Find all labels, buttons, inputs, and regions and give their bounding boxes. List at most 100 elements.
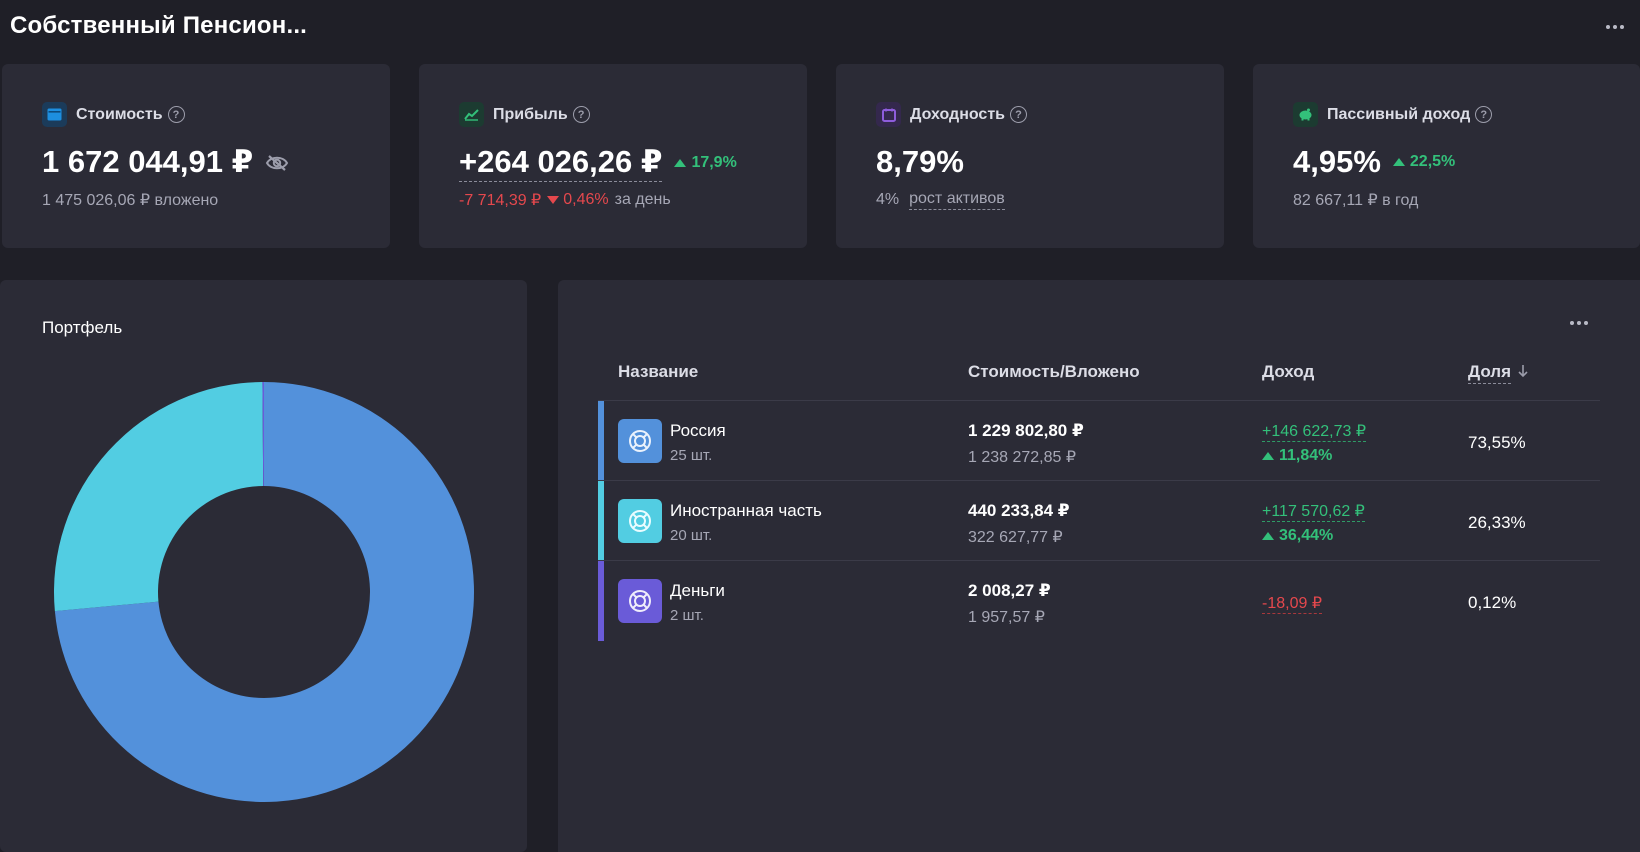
arrow-up-icon [674, 159, 687, 167]
wallet-icon [42, 102, 67, 127]
calendar-icon [876, 102, 901, 127]
help-icon[interactable]: ? [167, 106, 185, 123]
donut-slice-1[interactable] [54, 382, 264, 612]
row-income: -18,09 ₽ [1262, 595, 1322, 614]
row-count: 2 шт. [670, 607, 704, 624]
row-color-bar [598, 481, 604, 561]
row-income: +117 570,62 ₽ [1262, 503, 1365, 522]
yield-growth-pct: 4% [876, 191, 900, 208]
arrow-up-icon [1392, 158, 1405, 166]
passive-change-pct: 22,5% [1409, 153, 1456, 170]
dot [1613, 25, 1617, 29]
eye-off-icon[interactable] [265, 144, 289, 180]
profit-card-label: Прибыль [493, 105, 568, 123]
column-header-share[interactable]: Доля [1468, 362, 1529, 384]
row-income-pct: 36,44% [1279, 527, 1334, 544]
profit-card-header: Прибыль ? [459, 102, 590, 127]
row-invested: 1 957,57 ₽ [968, 609, 1045, 626]
profit-change: 17,9% [674, 154, 737, 172]
table-row[interactable]: Иностранная часть 20 шт. 440 233,84 ₽ 32… [598, 481, 1600, 561]
dot [1584, 321, 1588, 325]
row-count: 25 шт. [670, 447, 713, 464]
row-color-bar [598, 401, 604, 481]
dot [1577, 321, 1581, 325]
arrow-up-icon [1262, 452, 1274, 460]
table-row[interactable]: Россия 25 шт. 1 229 802,80 ₽ 1 238 272,8… [598, 401, 1600, 481]
row-income-pct: 11,84% [1279, 447, 1333, 464]
asset-group-icon [618, 499, 662, 543]
row-share: 0,12% [1468, 593, 1517, 612]
value-card-header: Стоимость ? [42, 102, 185, 127]
table-row[interactable]: Деньги 2 шт. 2 008,27 ₽ 1 957,57 ₽ -18,0… [598, 561, 1600, 641]
row-income: +146 622,73 ₽ [1262, 423, 1367, 442]
more-options-icon[interactable] [1566, 310, 1592, 336]
day-suffix: за день [614, 191, 671, 208]
help-icon[interactable]: ? [1475, 106, 1493, 123]
profit-card-sub: -7 714,39 ₽ 0,46% за день [459, 190, 671, 210]
invested-amount: 1 475 026,06 ₽ вложено [42, 192, 219, 209]
passive-card-header: Пассивный доход ? [1293, 102, 1493, 127]
row-value: 2 008,27 ₽ [968, 581, 1051, 600]
asset-group-icon [618, 579, 662, 623]
more-options-icon[interactable] [1602, 14, 1628, 40]
portfolio-donut-chart[interactable] [44, 372, 484, 812]
dot [1570, 321, 1574, 325]
row-name: Деньги [670, 581, 725, 600]
profit-change-pct: 17,9% [691, 154, 737, 171]
value-card-label: Стоимость [76, 105, 163, 123]
portfolio-panel: Портфель [0, 280, 527, 852]
passive-card-label: Пассивный доход [1327, 105, 1471, 123]
row-count: 20 шт. [670, 527, 713, 544]
column-header-name[interactable]: Название [618, 362, 698, 382]
dot [1606, 25, 1610, 29]
value-card-main: 1 672 044,91 ₽ [42, 144, 289, 180]
day-change-pct: 0,46% [563, 191, 609, 208]
piggy-bank-icon [1293, 102, 1318, 127]
profit-card-main: +264 026,26 ₽ 17,9% [459, 144, 737, 182]
yield-card-label: Доходность [910, 105, 1005, 123]
yield-card: Доходность ? 8,79% 4% рост активов [836, 64, 1224, 248]
asset-group-icon [618, 419, 662, 463]
row-invested: 322 627,77 ₽ [968, 529, 1063, 546]
page-title: Собственный Пенсион... [10, 12, 308, 39]
yield-card-header: Доходность ? [876, 102, 1027, 127]
value-card: Стоимость ? 1 672 044,91 ₽ 1 475 026,06 … [2, 64, 390, 248]
help-icon[interactable]: ? [572, 106, 590, 123]
passive-per-year: 82 667,11 ₽ в год [1293, 192, 1419, 209]
column-header-value[interactable]: Стоимость/Вложено [968, 362, 1140, 382]
help-icon[interactable]: ? [1009, 106, 1027, 123]
profit-card: Прибыль ? +264 026,26 ₽ 17,9% -7 714,39 … [419, 64, 807, 248]
asset-growth-link[interactable]: рост активов [909, 190, 1005, 210]
holdings-table: Название Стоимость/Вложено Доход Доля Ро… [558, 280, 1640, 852]
row-invested: 1 238 272,85 ₽ [968, 449, 1077, 466]
passive-card-main: 4,95% 22,5% [1293, 144, 1455, 180]
yield-card-main: 8,79% [876, 144, 964, 180]
profit-value: +264 026,26 ₽ [459, 144, 663, 182]
chart-icon [459, 102, 484, 127]
column-header-share-label: Доля [1468, 362, 1511, 384]
value-card-sub: 1 475 026,06 ₽ вложено [42, 190, 218, 210]
yield-card-sub: 4% рост активов [876, 190, 1005, 210]
column-header-income[interactable]: Доход [1262, 362, 1314, 382]
row-share: 73,55% [1468, 433, 1526, 452]
portfolio-value: 1 672 044,91 ₽ [42, 144, 254, 179]
passive-change: 22,5% [1392, 153, 1456, 171]
row-value: 1 229 802,80 ₽ [968, 421, 1084, 440]
day-change: -7 714,39 ₽ [459, 192, 542, 209]
row-value: 440 233,84 ₽ [968, 501, 1070, 520]
row-color-bar [598, 561, 604, 641]
dot [1620, 25, 1624, 29]
row-share: 26,33% [1468, 513, 1526, 532]
row-name: Иностранная часть [670, 501, 822, 520]
row-income-change: 36,44% [1262, 527, 1333, 545]
row-income-change: 11,84% [1262, 447, 1332, 465]
portfolio-title: Портфель [42, 318, 123, 337]
sort-down-icon [1517, 363, 1529, 383]
yield-value: 8,79% [876, 144, 964, 179]
passive-value: 4,95% [1293, 144, 1381, 179]
arrow-down-icon [547, 196, 560, 204]
passive-income-card: Пассивный доход ? 4,95% 22,5% 82 667,11 … [1253, 64, 1640, 248]
page: Собственный Пенсион... Стоимость ? 1 672… [0, 0, 1640, 852]
arrow-up-icon [1262, 532, 1274, 540]
row-name: Россия [670, 421, 726, 440]
